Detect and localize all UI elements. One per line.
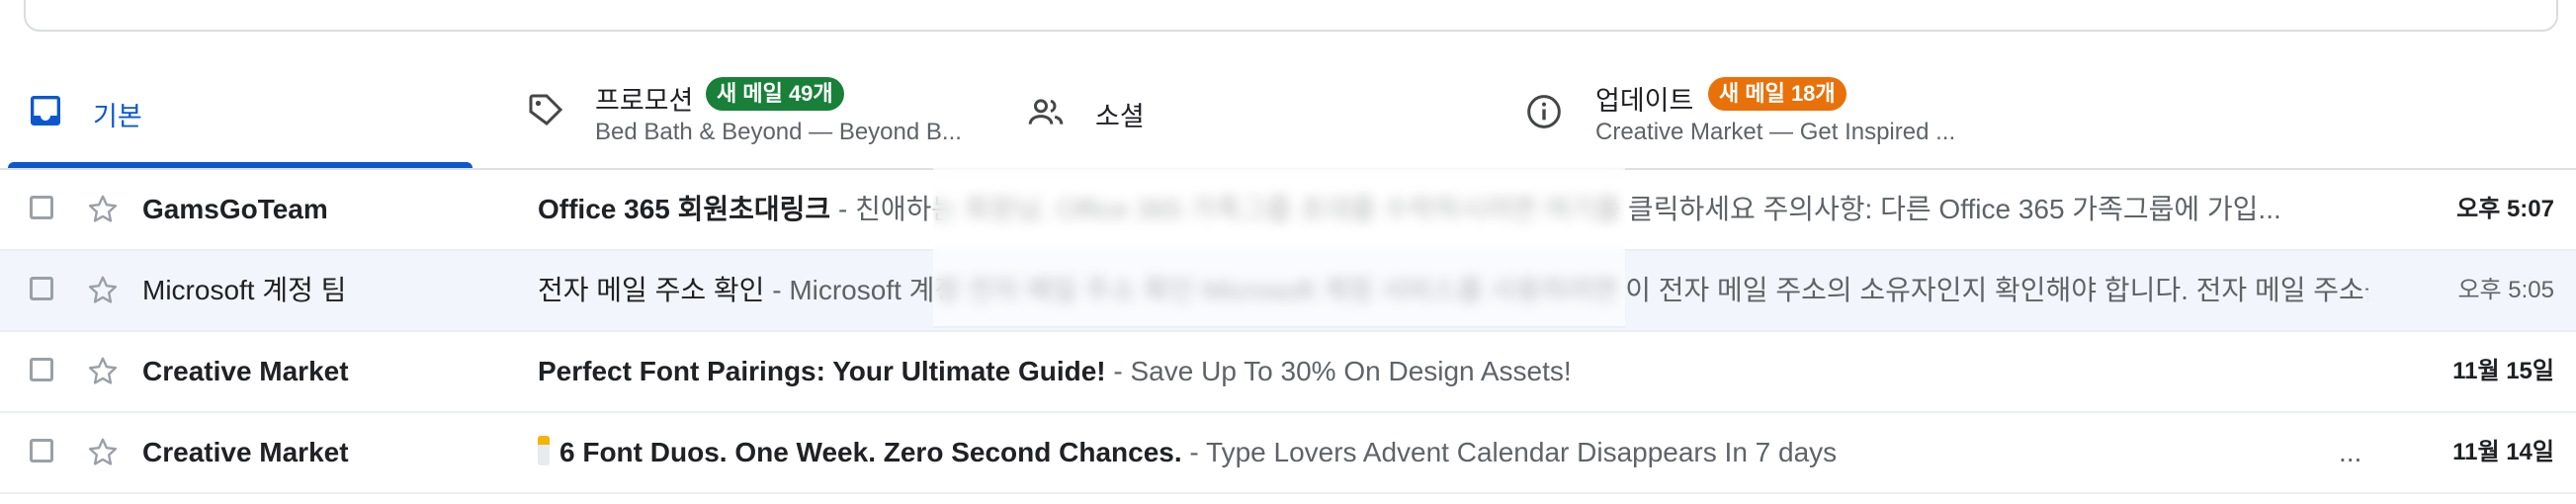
subject-separator: - xyxy=(1181,437,1207,467)
email-subject: 전자 메일 주소 확인 xyxy=(538,275,765,305)
tab-promotions-preview: Bed Bath & Beyond — Beyond B... xyxy=(595,119,962,145)
select-checkbox[interactable] xyxy=(30,439,53,462)
email-content: Perfect Font Pairings: Your Ultimate Gui… xyxy=(538,332,2368,411)
snippet-ellipsis: ... xyxy=(2339,437,2362,467)
tab-primary-label: 기본 xyxy=(93,102,142,131)
tab-social[interactable]: 소셜 xyxy=(1018,38,1493,168)
candle-emoji-icon xyxy=(538,436,550,465)
subject-separator: - xyxy=(1105,356,1131,386)
tab-social-label: 소셜 xyxy=(1095,102,1145,131)
blurred-overlay xyxy=(933,166,1625,328)
star-icon[interactable] xyxy=(85,435,121,470)
promotions-new-badge: 새 메일 49개 xyxy=(706,77,844,111)
star-icon[interactable] xyxy=(85,354,121,389)
star-icon[interactable] xyxy=(85,192,121,227)
tab-updates-preview: Creative Market — Get Inspired ... xyxy=(1595,119,1956,145)
info-icon xyxy=(1524,92,1564,131)
email-sender: GamsGoTeam xyxy=(142,194,328,224)
tag-icon xyxy=(526,91,565,130)
updates-new-badge: 새 메일 18개 xyxy=(1708,77,1846,111)
email-subject: Office 365 회원초대링크 xyxy=(538,194,831,224)
email-sender: Creative Market xyxy=(142,356,349,386)
email-date: 오후 5:07 xyxy=(2456,196,2554,222)
select-checkbox[interactable] xyxy=(30,196,53,219)
email-sender: Creative Market xyxy=(142,437,349,467)
star-icon[interactable] xyxy=(85,273,121,308)
email-subject: 6 Font Duos. One Week. Zero Second Chanc… xyxy=(559,437,1182,467)
tab-primary[interactable]: 기본 xyxy=(0,38,474,168)
email-snippet: Type Lovers Advent Calendar Disappears I… xyxy=(1206,437,1838,467)
email-subject: Perfect Font Pairings: Your Ultimate Gui… xyxy=(538,356,1106,386)
email-row[interactable]: Creative Market 6 Font Duos. One Week. Z… xyxy=(0,413,2576,494)
tab-updates[interactable]: 업데이트 새 메일 18개 Creative Market — Get Insp… xyxy=(1522,38,2036,168)
email-date: 11월 15일 xyxy=(2452,358,2554,384)
subject-separator: - xyxy=(830,194,856,224)
email-date: 11월 14일 xyxy=(2452,439,2554,465)
subject-separator: - xyxy=(764,275,790,305)
select-checkbox[interactable] xyxy=(30,358,53,381)
email-sender: Microsoft 계정 팀 xyxy=(142,275,347,305)
search-box-edge xyxy=(24,0,2558,32)
email-row[interactable]: Creative Market Perfect Font Pairings: Y… xyxy=(0,332,2576,413)
tab-promotions-label: 프로모션 xyxy=(595,86,694,116)
email-date: 오후 5:05 xyxy=(2457,277,2554,303)
category-tabs: 기본 프로모션 새 메일 49개 Bed Bath & Beyond — Bey… xyxy=(0,38,2576,168)
tab-updates-label: 업데이트 xyxy=(1595,86,1694,116)
people-icon xyxy=(1026,93,1066,132)
email-content: 6 Font Duos. One Week. Zero Second Chanc… xyxy=(538,413,2368,492)
tab-promotions[interactable]: 프로모션 새 메일 49개 Bed Bath & Beyond — Beyond… xyxy=(514,38,988,168)
inbox-icon xyxy=(26,91,65,130)
select-checkbox[interactable] xyxy=(30,277,53,300)
email-snippet: Save Up To 30% On Design Assets! xyxy=(1130,356,1572,386)
